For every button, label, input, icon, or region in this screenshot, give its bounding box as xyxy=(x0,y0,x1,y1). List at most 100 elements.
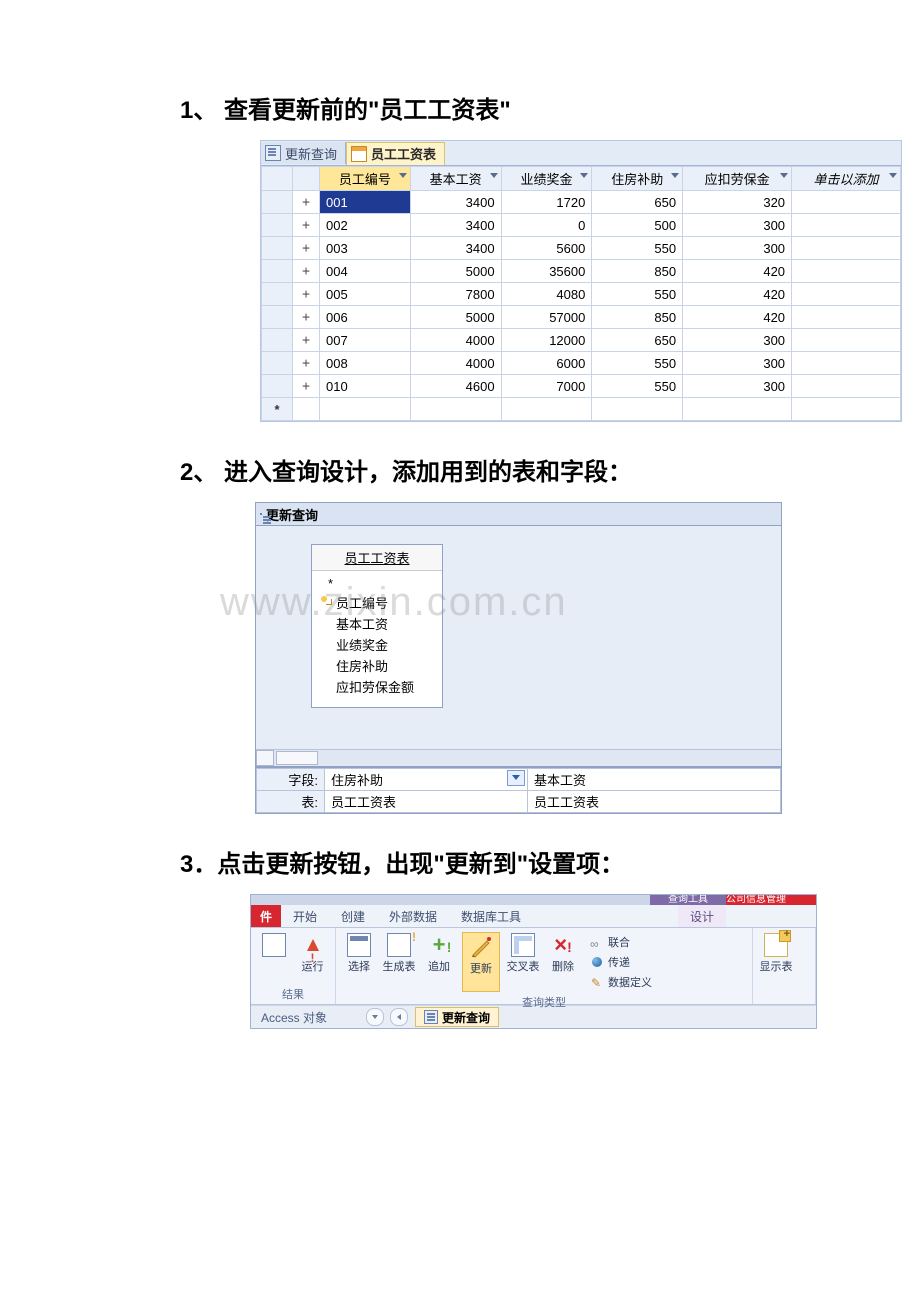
table-row[interactable]: +00234000500300 xyxy=(262,214,901,237)
cell-bonus[interactable]: 6000 xyxy=(501,352,592,375)
horizontal-scrollbar[interactable] xyxy=(256,749,781,766)
cell-id[interactable]: 010 xyxy=(320,375,411,398)
expand-icon[interactable]: + xyxy=(293,283,320,306)
new-row[interactable]: * xyxy=(262,398,901,421)
cell-housing[interactable]: 850 xyxy=(592,306,683,329)
btn-crosstab[interactable]: 交叉表 xyxy=(506,932,540,992)
field-item[interactable]: 基本工资 xyxy=(320,613,434,634)
field-item[interactable]: 业绩奖金 xyxy=(320,634,434,655)
cell-ins[interactable]: 420 xyxy=(683,306,792,329)
cell-bonus[interactable]: 4080 xyxy=(501,283,592,306)
btn-run[interactable]: 运行 xyxy=(296,932,329,974)
cell-add[interactable] xyxy=(792,352,901,375)
cell-id[interactable]: 005 xyxy=(320,283,411,306)
tab-design[interactable]: 设计 xyxy=(678,905,726,927)
field-item[interactable]: * xyxy=(320,575,434,592)
cell-id[interactable]: 003 xyxy=(320,237,411,260)
cell-id[interactable]: 008 xyxy=(320,352,411,375)
btn-delete[interactable]: ×删除 xyxy=(546,932,580,992)
cell-bonus[interactable]: 1720 xyxy=(501,191,592,214)
row-selector[interactable] xyxy=(262,283,293,306)
chevron-down-icon[interactable] xyxy=(507,770,525,786)
expand-icon[interactable]: + xyxy=(293,191,320,214)
table-cell-1[interactable]: 员工工资表 xyxy=(325,791,528,813)
table-row[interactable]: +007400012000650300 xyxy=(262,329,901,352)
table-row[interactable]: +006500057000850420 xyxy=(262,306,901,329)
row-selector[interactable] xyxy=(262,375,293,398)
tab-create[interactable]: 创建 xyxy=(329,905,377,927)
scroll-left-icon[interactable] xyxy=(256,750,274,766)
cell-base[interactable]: 7800 xyxy=(410,283,501,306)
cell-id[interactable]: 007 xyxy=(320,329,411,352)
col-bonus[interactable]: 业绩奖金 xyxy=(501,167,592,191)
col-employee-id[interactable]: 员工编号 xyxy=(320,167,411,191)
row-selector[interactable] xyxy=(262,306,293,329)
cell-id[interactable]: 004 xyxy=(320,260,411,283)
cell-add[interactable] xyxy=(792,260,901,283)
cell-add[interactable] xyxy=(792,191,901,214)
btn-union[interactable]: 联合 xyxy=(590,934,652,950)
cell-id[interactable]: 006 xyxy=(320,306,411,329)
cell-base[interactable]: 4000 xyxy=(410,329,501,352)
cell-ins[interactable]: 420 xyxy=(683,283,792,306)
cell-housing[interactable]: 550 xyxy=(592,283,683,306)
row-selector-header[interactable] xyxy=(262,167,293,191)
tab-file[interactable]: 件 xyxy=(251,905,281,927)
cell-ins[interactable]: 300 xyxy=(683,352,792,375)
table-row[interactable]: +00840006000550300 xyxy=(262,352,901,375)
cell-add[interactable] xyxy=(792,237,901,260)
field-cell-1[interactable]: 住房补助 xyxy=(325,769,528,791)
field-cell-2[interactable]: 基本工资 xyxy=(528,769,781,791)
cell-bonus[interactable]: 12000 xyxy=(501,329,592,352)
cell-bonus[interactable]: 35600 xyxy=(501,260,592,283)
chevron-down-icon[interactable] xyxy=(779,171,789,181)
cell-base[interactable]: 3400 xyxy=(410,237,501,260)
cell-add[interactable] xyxy=(792,283,901,306)
cell-base[interactable]: 3400 xyxy=(410,214,501,237)
field-item[interactable]: 应扣劳保金额 xyxy=(320,676,434,697)
expand-icon[interactable]: + xyxy=(293,375,320,398)
chevron-down-icon[interactable] xyxy=(670,171,680,181)
cell-ins[interactable]: 300 xyxy=(683,329,792,352)
cell-ins[interactable]: 300 xyxy=(683,214,792,237)
tab-external[interactable]: 外部数据 xyxy=(377,905,449,927)
cell-ins[interactable]: 300 xyxy=(683,237,792,260)
col-insurance[interactable]: 应扣劳保金 xyxy=(683,167,792,191)
expand-icon[interactable]: + xyxy=(293,306,320,329)
expand-icon[interactable]: + xyxy=(293,237,320,260)
nav-collapse-icon[interactable] xyxy=(390,1008,408,1026)
btn-maketable[interactable]: 生成表 xyxy=(382,932,416,992)
expand-icon[interactable]: + xyxy=(293,214,320,237)
row-selector[interactable] xyxy=(262,329,293,352)
cell-add[interactable] xyxy=(792,329,901,352)
cell-bonus[interactable]: 7000 xyxy=(501,375,592,398)
row-selector[interactable] xyxy=(262,191,293,214)
tab-update-query[interactable]: 更新查询 xyxy=(261,142,346,164)
nav-dropdown-icon[interactable] xyxy=(366,1008,384,1026)
col-base-salary[interactable]: 基本工资 xyxy=(410,167,501,191)
btn-update[interactable]: 更新 xyxy=(462,932,500,992)
scroll-thumb[interactable] xyxy=(276,751,318,765)
cell-base[interactable]: 4000 xyxy=(410,352,501,375)
field-item[interactable]: 员工编号 xyxy=(320,592,434,613)
tab-salary-table[interactable]: 员工工资表 xyxy=(346,142,445,165)
table-row[interactable]: +01046007000550300 xyxy=(262,375,901,398)
cell-base[interactable]: 5000 xyxy=(410,306,501,329)
table-row[interactable]: +00578004080550420 xyxy=(262,283,901,306)
cell-ins[interactable]: 320 xyxy=(683,191,792,214)
cell-housing[interactable]: 550 xyxy=(592,237,683,260)
cell-ins[interactable]: 420 xyxy=(683,260,792,283)
cell-housing[interactable]: 650 xyxy=(592,191,683,214)
table-row[interactable]: +00134001720650320 xyxy=(262,191,901,214)
chevron-down-icon[interactable] xyxy=(489,171,499,181)
cell-add[interactable] xyxy=(792,375,901,398)
cell-ins[interactable]: 300 xyxy=(683,375,792,398)
cell-id[interactable]: 002 xyxy=(320,214,411,237)
btn-append[interactable]: +追加 xyxy=(422,932,456,992)
tab-dbtools[interactable]: 数据库工具 xyxy=(449,905,533,927)
table-pane[interactable]: 员工工资表 *员工编号基本工资业绩奖金住房补助应扣劳保金额 xyxy=(256,526,781,768)
chevron-down-icon[interactable] xyxy=(888,171,898,181)
row-selector[interactable] xyxy=(262,214,293,237)
btn-select[interactable]: 选择 xyxy=(342,932,376,992)
cell-housing[interactable]: 650 xyxy=(592,329,683,352)
